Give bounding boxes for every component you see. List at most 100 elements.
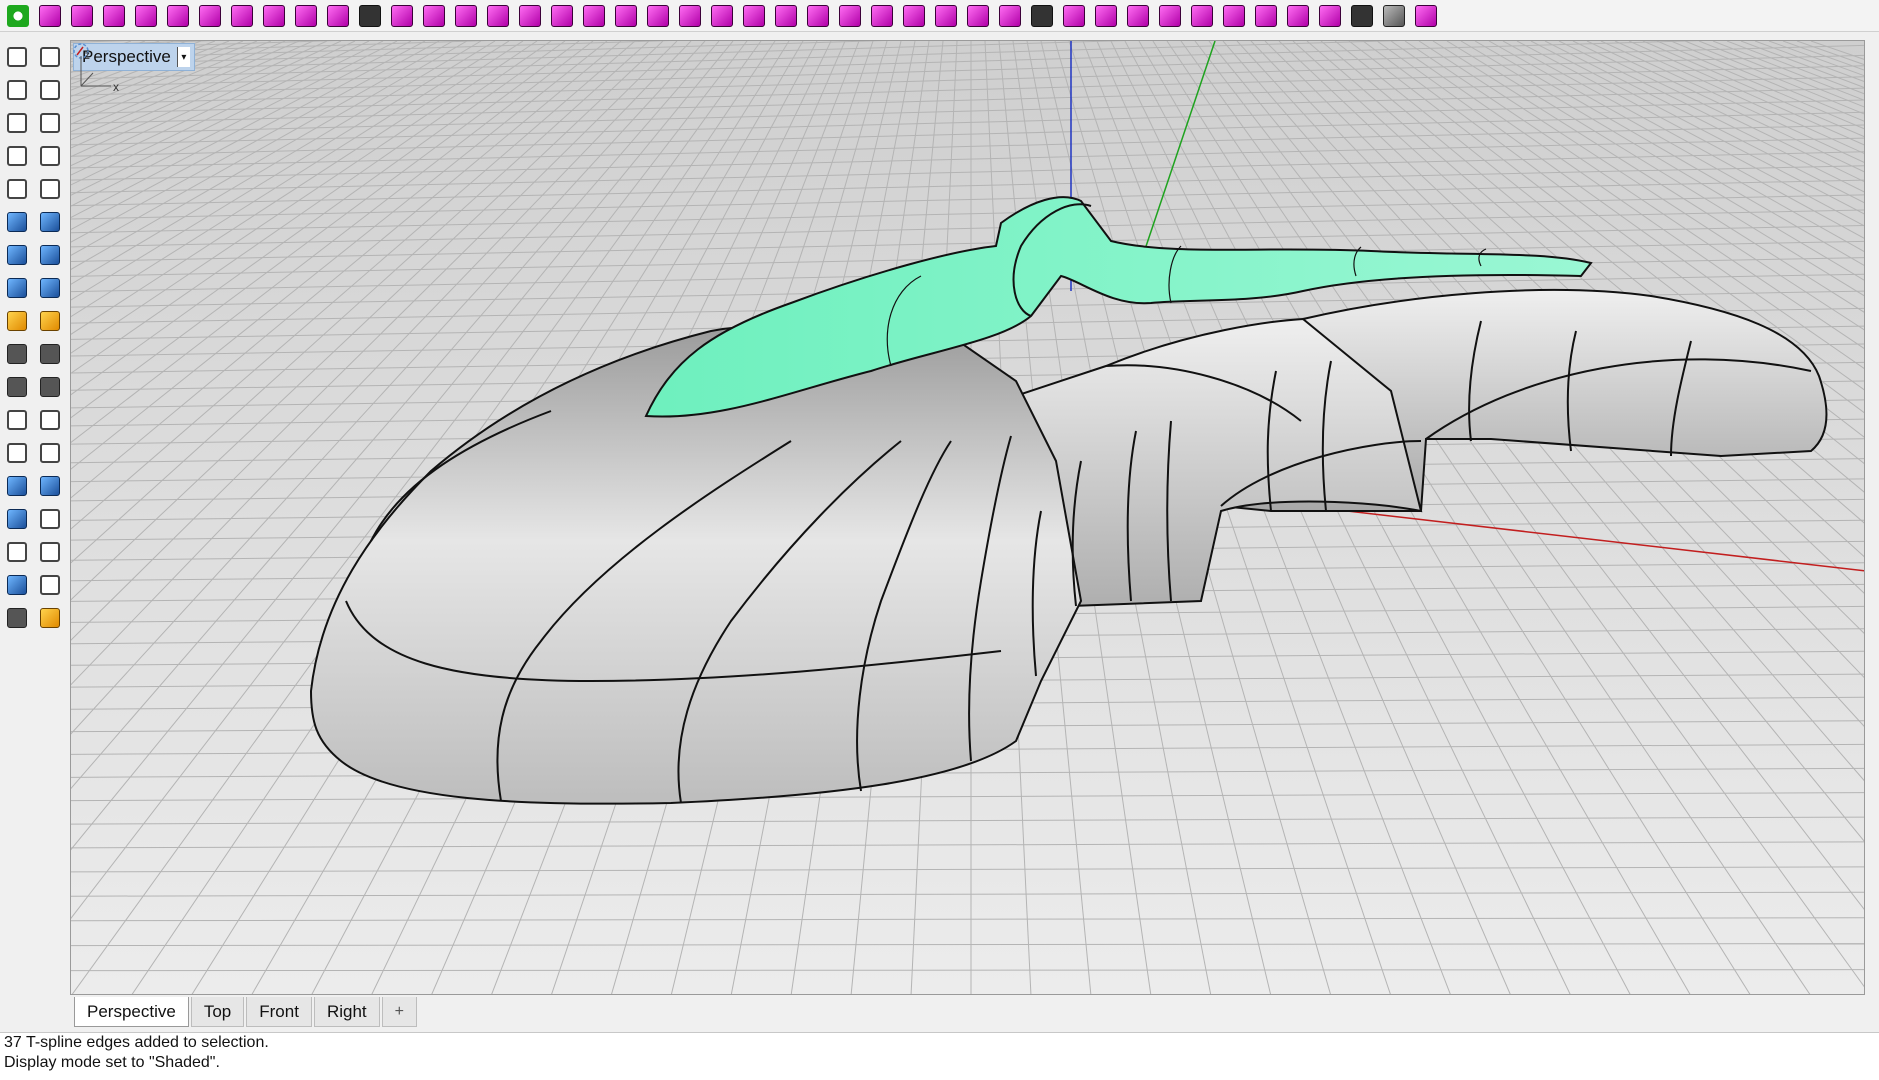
tab-top[interactable]: Top [190,997,245,1027]
hand-icon-glyph [999,4,1021,27]
split-icon-glyph [39,343,60,364]
weld-icon[interactable] [708,2,736,30]
fold-icon[interactable] [580,2,608,30]
gear-icon[interactable] [1412,2,1440,30]
move-icon[interactable] [33,469,66,502]
power-icon[interactable] [4,2,32,30]
target-icon-glyph [1127,4,1149,27]
viewport-scene[interactable] [71,41,1865,995]
grid-array-icon[interactable] [0,535,33,568]
polyline-icon[interactable] [0,73,33,106]
curve-snap-icon[interactable] [964,2,992,30]
select-arrow-icon[interactable] [0,40,33,73]
mirror-icon[interactable] [804,2,832,30]
node-icon[interactable] [1060,2,1088,30]
lightning-icon[interactable] [33,304,66,337]
box-faces-icon-glyph [71,4,93,27]
viewport-menu-chevron-icon[interactable]: ▾ [176,47,190,67]
text-icon[interactable] [0,436,33,469]
scissors-icon[interactable] [1348,2,1376,30]
cube-wire-icon-glyph [167,4,189,27]
dimension-icon[interactable] [33,502,66,535]
tab-front[interactable]: Front [246,997,312,1027]
bridge-icon[interactable] [420,2,448,30]
target-icon[interactable] [1124,2,1152,30]
split-icon[interactable] [260,2,288,30]
cube-wire-icon[interactable] [164,2,192,30]
explode-icon[interactable] [0,304,33,337]
solid-box-icon[interactable] [0,238,33,271]
crease-icon[interactable] [324,2,352,30]
sheet-icon[interactable] [1252,2,1280,30]
delete-grid-icon[interactable] [740,2,768,30]
box-faces-icon[interactable] [68,2,96,30]
light-icon[interactable] [33,601,66,634]
arch-icon[interactable] [356,2,384,30]
swirl-icon[interactable] [868,2,896,30]
solid-edit-icon[interactable] [0,502,33,535]
check-grid-icon[interactable] [644,2,672,30]
grid-insert-icon[interactable] [132,2,160,30]
bars-icon[interactable] [1220,2,1248,30]
surface-patch-icon[interactable] [292,2,320,30]
group-icon[interactable] [0,370,33,403]
grid-plane-icon[interactable] [1316,2,1344,30]
star-icon[interactable] [1156,2,1184,30]
render-icon[interactable] [0,601,33,634]
hand-icon[interactable] [996,2,1024,30]
scale-icon-glyph [39,442,60,463]
rectangle-icon[interactable] [33,139,66,172]
circle-icon[interactable] [0,106,33,139]
diamond-icon[interactable] [548,2,576,30]
tab-right[interactable]: Right [313,997,380,1027]
curve-icon[interactable] [33,73,66,106]
eraser-icon[interactable] [1092,2,1120,30]
cylinder-icon[interactable] [900,2,928,30]
checkmark-icon[interactable] [33,568,66,601]
checker-icon[interactable] [676,2,704,30]
dots-grid-icon[interactable] [932,2,960,30]
branch-icon[interactable] [1028,2,1056,30]
arrow-curve-icon[interactable] [196,2,224,30]
offset-icon[interactable] [33,403,66,436]
trim-icon[interactable] [0,337,33,370]
surface-icon-glyph [6,211,27,232]
ellipse-icon[interactable] [33,106,66,139]
loop-icon[interactable] [836,2,864,30]
plane-icon[interactable] [1284,2,1312,30]
add-viewport-tab-button[interactable]: + [381,997,417,1027]
tab-perspective[interactable]: Perspective [74,997,189,1027]
grid-insert-icon-glyph [135,4,157,27]
plane-surface-icon[interactable] [33,271,66,304]
polygon-icon[interactable] [0,172,33,205]
box-icon[interactable] [36,2,64,30]
fillet-curve-icon[interactable] [33,172,66,205]
gumball-icon[interactable] [33,535,66,568]
analyze-icon[interactable] [0,568,33,601]
split-icon[interactable] [33,337,66,370]
curve-icon-glyph [39,79,60,100]
grid-edit-icon[interactable] [484,2,512,30]
polyhedron-icon[interactable] [1188,2,1216,30]
solid-edit-icon-glyph [6,508,27,529]
cylinder-icon[interactable] [0,271,33,304]
fillet-edge-icon[interactable] [0,403,33,436]
extrude-icon[interactable] [388,2,416,30]
point-icon[interactable] [33,40,66,73]
cube-solid-icon[interactable] [1380,2,1408,30]
ungroup-icon[interactable] [33,370,66,403]
scale-icon[interactable] [33,436,66,469]
cube-insert-icon[interactable] [452,2,480,30]
curve-edit-icon[interactable] [100,2,128,30]
down-arrow-icon[interactable] [516,2,544,30]
symmetry-icon[interactable] [772,2,800,30]
mesh-grid-icon[interactable] [612,2,640,30]
surface-icon[interactable] [0,205,33,238]
boolean-icon[interactable] [33,238,66,271]
arc-icon[interactable] [0,139,33,172]
array-icon[interactable] [0,469,33,502]
pull-icon[interactable] [228,2,256,30]
revolve-icon[interactable] [33,205,66,238]
trim-icon-glyph [6,343,27,364]
perspective-viewport[interactable]: Perspective ▾ z x [70,40,1865,995]
